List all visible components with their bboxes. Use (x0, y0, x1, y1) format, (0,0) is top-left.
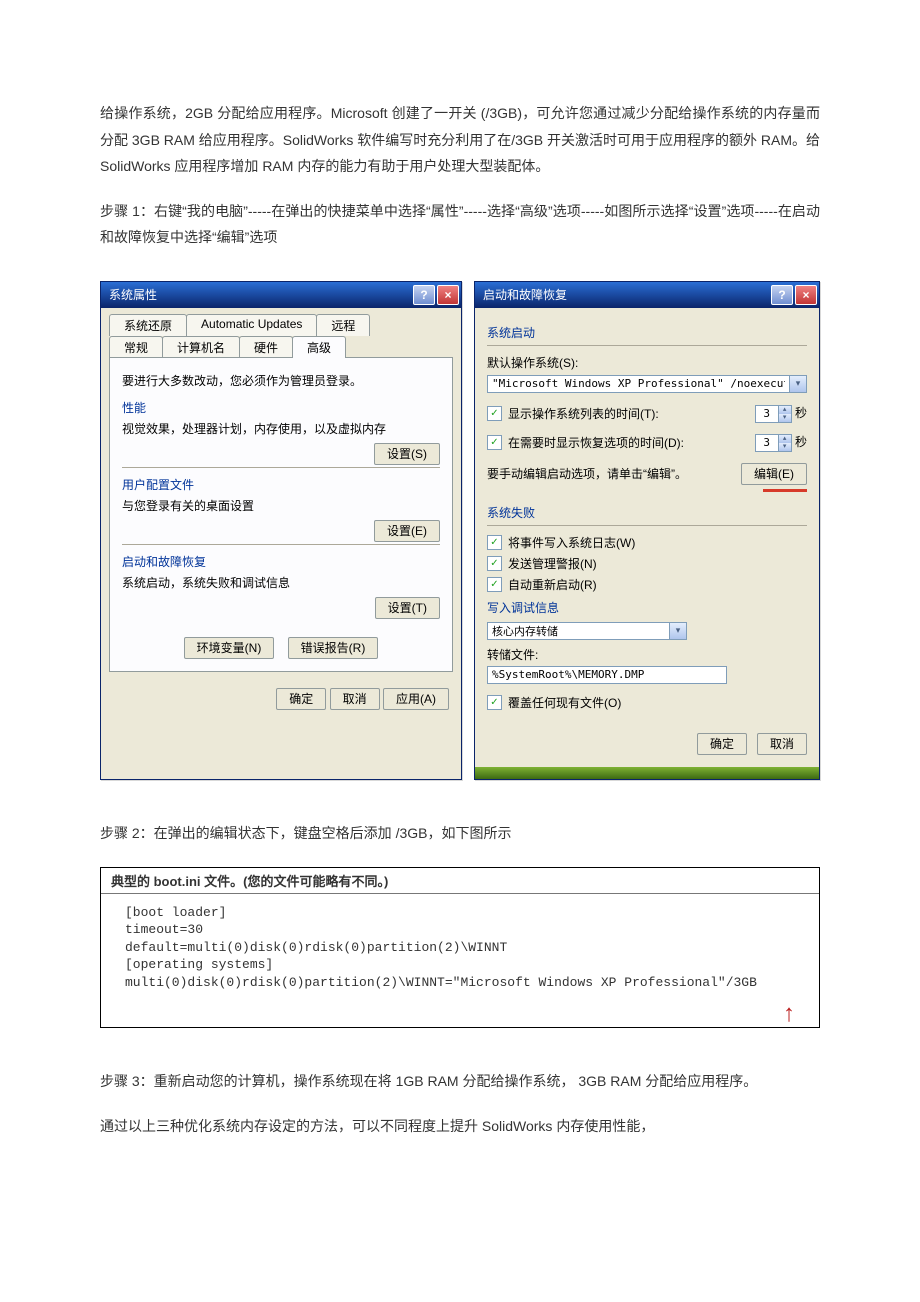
dump-file-label: 转储文件: (487, 646, 807, 663)
step1-paragraph: 步骤 1：右键“我的电脑”-----在弹出的快捷菜单中选择“属性”-----选择… (100, 198, 820, 251)
show-recovery-checkbox[interactable]: ✓ (487, 435, 502, 450)
auto-reboot-label: 自动重新启动(R) (508, 576, 597, 593)
profile-settings-button[interactable]: 设置(E) (374, 520, 440, 542)
perf-group-title: 性能 (122, 399, 440, 416)
startup-body: 系统启动 默认操作系统(S): ▾ ✓ 显示操作系统列表的时间(T): (475, 308, 819, 767)
show-os-list-label: 显示操作系统列表的时间(T): (508, 405, 659, 422)
profile-group-title: 用户配置文件 (122, 476, 440, 493)
closing-paragraph: 通过以上三种优化系统内存设定的方法，可以不同程度上提升 SolidWorks 内… (100, 1113, 820, 1140)
dump-file-input[interactable] (487, 666, 727, 684)
step2-paragraph: 步骤 2：在弹出的编辑状态下，键盘空格后添加 /3GB，如下图所示 (100, 820, 820, 847)
tab-system-restore[interactable]: 系统还原 (109, 314, 187, 336)
admin-note: 要进行大多数改动，您必须作为管理员登录。 (122, 372, 440, 389)
auto-reboot-checkbox[interactable]: ✓ (487, 577, 502, 592)
dialogs-figure: 系统属性 ? × 系统还原 Automatic Updates 远程 常规 计算… (100, 281, 820, 780)
sysprops-title: 系统属性 (109, 286, 411, 303)
step3-paragraph: 步骤 3：重新启动您的计算机，操作系统现在将 1GB RAM 分配给操作系统， … (100, 1068, 820, 1095)
recovery-time-input[interactable] (755, 434, 779, 452)
tab-general[interactable]: 常规 (109, 336, 163, 358)
ok-button[interactable]: 确定 (697, 733, 747, 755)
startup-titlebar: 启动和故障恢复 ? × (475, 282, 819, 308)
startup-settings-button[interactable]: 设置(T) (375, 597, 440, 619)
send-alert-label: 发送管理警报(N) (508, 555, 597, 572)
tab-automatic-updates[interactable]: Automatic Updates (186, 314, 317, 336)
write-log-checkbox[interactable]: ✓ (487, 535, 502, 550)
show-recovery-label: 在需要时显示恢复选项的时间(D): (508, 434, 684, 451)
env-vars-button[interactable]: 环境变量(N) (184, 637, 275, 659)
sysprops-titlebar: 系统属性 ? × (101, 282, 461, 308)
profile-group-desc: 与您登录有关的桌面设置 (122, 497, 440, 514)
tabs-row-top: 系统还原 Automatic Updates 远程 (101, 308, 461, 336)
error-report-button[interactable]: 错误报告(R) (288, 637, 379, 659)
boot-ini-content: [boot loader] timeout=30 default=multi(0… (101, 894, 819, 1008)
desktop-edge (475, 767, 819, 779)
chevron-down-icon[interactable]: ▾ (790, 375, 807, 393)
failure-section-title: 系统失败 (487, 504, 807, 521)
seconds-unit: 秒 (795, 406, 807, 420)
help-icon[interactable]: ? (771, 285, 793, 305)
cancel-button[interactable]: 取消 (330, 688, 380, 710)
perf-group-desc: 视觉效果，处理器计划，内存使用，以及虚拟内存 (122, 420, 440, 437)
dump-type-select[interactable] (487, 622, 670, 640)
boot-ini-figure: 典型的 boot.ini 文件。(您的文件可能略有不同。) [boot load… (100, 867, 820, 1029)
default-os-label: 默认操作系统(S): (487, 354, 807, 371)
arrow-up-icon: ↑ (101, 1007, 819, 1027)
boot-ini-header: 典型的 boot.ini 文件。(您的文件可能略有不同。) (101, 868, 819, 894)
startup-group-title: 启动和故障恢复 (122, 553, 440, 570)
chevron-down-icon[interactable]: ▾ (670, 622, 687, 640)
highlight-underline (763, 489, 807, 492)
apply-button[interactable]: 应用(A) (383, 688, 449, 710)
seconds-unit: 秒 (795, 435, 807, 449)
close-icon[interactable]: × (437, 285, 459, 305)
cancel-button[interactable]: 取消 (757, 733, 807, 755)
system-properties-window: 系统属性 ? × 系统还原 Automatic Updates 远程 常规 计算… (100, 281, 462, 780)
spinner-buttons[interactable]: ▴▾ (779, 434, 792, 452)
intro-paragraph: 给操作系统，2GB 分配给应用程序。Microsoft 创建了一开关 (/3GB… (100, 100, 820, 180)
sysprops-footer: 确定 取消 应用(A) (101, 680, 461, 720)
edit-button[interactable]: 编辑(E) (741, 463, 807, 485)
default-os-select[interactable] (487, 375, 790, 393)
ok-button[interactable]: 确定 (276, 688, 326, 710)
os-list-time-input[interactable] (755, 405, 779, 423)
tab-remote[interactable]: 远程 (316, 314, 370, 336)
tab-advanced[interactable]: 高级 (292, 336, 346, 358)
write-log-label: 将事件写入系统日志(W) (508, 534, 635, 551)
show-os-list-checkbox[interactable]: ✓ (487, 406, 502, 421)
help-icon[interactable]: ? (413, 285, 435, 305)
startup-title: 启动和故障恢复 (483, 286, 769, 303)
startup-recovery-window: 启动和故障恢复 ? × 系统启动 默认操作系统(S): ▾ ✓ 显示操作系统列表… (474, 281, 820, 780)
overwrite-checkbox[interactable]: ✓ (487, 695, 502, 710)
close-icon[interactable]: × (795, 285, 817, 305)
tab-computer-name[interactable]: 计算机名 (162, 336, 240, 358)
debug-info-label: 写入调试信息 (487, 599, 807, 616)
send-alert-checkbox[interactable]: ✓ (487, 556, 502, 571)
spinner-buttons[interactable]: ▴▾ (779, 405, 792, 423)
perf-settings-button[interactable]: 设置(S) (374, 443, 440, 465)
tabs-row-bottom: 常规 计算机名 硬件 高级 (101, 336, 461, 358)
sysprops-body: 要进行大多数改动，您必须作为管理员登录。 性能 视觉效果，处理器计划，内存使用，… (109, 357, 453, 672)
edit-hint: 要手动编辑启动选项，请单击“编辑”。 (487, 465, 687, 482)
launch-section-title: 系统启动 (487, 324, 807, 341)
startup-group-desc: 系统启动，系统失败和调试信息 (122, 574, 440, 591)
overwrite-label: 覆盖任何现有文件(O) (508, 694, 621, 711)
tab-hardware[interactable]: 硬件 (239, 336, 293, 358)
